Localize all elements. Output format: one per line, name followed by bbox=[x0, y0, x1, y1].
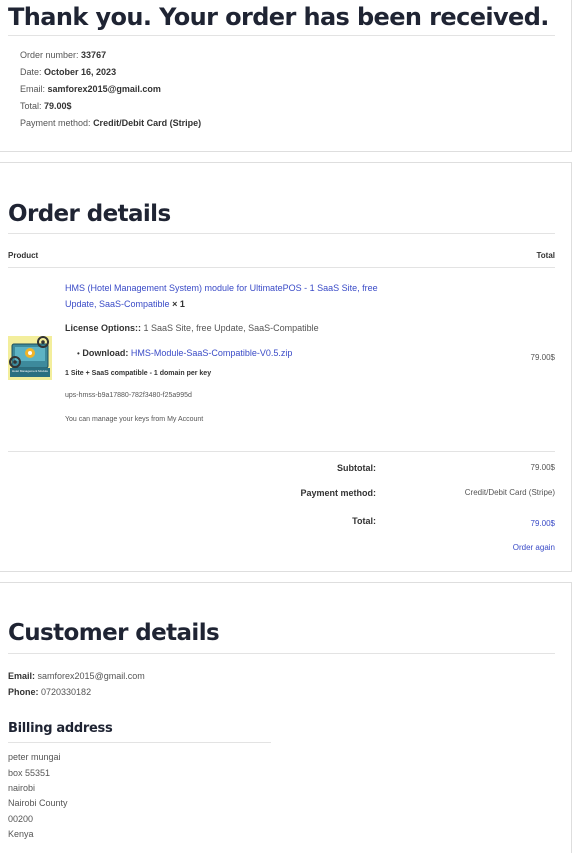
customer-phone-label: Phone: bbox=[8, 687, 39, 697]
customer-phone-row: Phone: 0720330182 bbox=[8, 687, 91, 697]
license-key: ups-hmss-b9a17880-782f3480-f25a995d bbox=[65, 392, 192, 399]
order-number-row: Order number: 33767 bbox=[20, 50, 106, 60]
order-date-label: Date: bbox=[20, 67, 42, 77]
order-email-row: Email: samforex2015@gmail.com bbox=[20, 84, 161, 94]
total-label: Total: bbox=[352, 516, 376, 526]
order-number-label: Order number: bbox=[20, 50, 79, 60]
column-header-total: Total bbox=[536, 251, 555, 260]
line-item-total: 79.00$ bbox=[530, 353, 555, 362]
divider bbox=[8, 35, 555, 36]
customer-phone-value: 0720330182 bbox=[41, 687, 92, 697]
divider bbox=[8, 653, 555, 654]
total-value: 79.00$ bbox=[530, 519, 555, 528]
manage-keys-note: You can manage your keys from My Account bbox=[65, 416, 204, 423]
billing-city: nairobi bbox=[8, 783, 36, 793]
billing-country: Kenya bbox=[8, 829, 34, 839]
order-total-row: Total: 79.00$ bbox=[20, 101, 72, 111]
download-link[interactable]: HMS-Module-SaaS-Compatible-V0.5.zip bbox=[131, 348, 293, 358]
product-name-line2-row: Update, SaaS-Compatible × 1 bbox=[65, 296, 185, 312]
hotel-module-image bbox=[8, 336, 52, 380]
product-name-line1[interactable]: HMS (Hotel Management System) module for… bbox=[65, 280, 378, 296]
column-header-product: Product bbox=[8, 251, 39, 260]
subtotal-value: 79.00$ bbox=[530, 463, 555, 472]
billing-address-heading: Billing address bbox=[8, 721, 113, 736]
order-total-value: 79.00$ bbox=[44, 101, 72, 111]
divider bbox=[8, 451, 555, 452]
order-number-value: 33767 bbox=[81, 50, 107, 60]
product-quantity: × 1 bbox=[172, 299, 185, 309]
order-payment-row: Payment method: Credit/Debit Card (Strip… bbox=[20, 118, 201, 128]
thumb-caption: Hotel Management Module bbox=[11, 369, 49, 373]
product-link[interactable]: HMS (Hotel Management System) module for… bbox=[65, 283, 378, 293]
order-date-row: Date: October 16, 2023 bbox=[20, 67, 116, 77]
divider bbox=[8, 742, 271, 743]
order-email-label: Email: bbox=[20, 84, 46, 94]
customer-email-label: Email: bbox=[8, 671, 36, 681]
license-options-value: 1 SaaS Site, free Update, SaaS-Compatibl… bbox=[143, 323, 319, 333]
divider bbox=[8, 233, 555, 234]
order-date-value: October 16, 2023 bbox=[44, 67, 117, 77]
order-again-button[interactable]: Order again bbox=[513, 543, 555, 552]
thank-you-heading: Thank you. Your order has been received. bbox=[8, 3, 549, 31]
order-payment-label: Payment method: bbox=[20, 118, 91, 128]
product-thumbnail[interactable]: Hotel Management Module bbox=[8, 336, 52, 380]
billing-postcode: 00200 bbox=[8, 814, 34, 824]
order-total-label: Total: bbox=[20, 101, 42, 111]
order-details-heading: Order details bbox=[8, 201, 171, 227]
key-type: 1 Site + SaaS compatible - 1 domain per … bbox=[65, 370, 212, 377]
order-email-value: samforex2015@gmail.com bbox=[47, 84, 161, 94]
divider bbox=[8, 267, 555, 268]
bullet-icon: • bbox=[77, 349, 80, 358]
customer-details-heading: Customer details bbox=[8, 620, 220, 646]
customer-email-value: samforex2015@gmail.com bbox=[37, 671, 145, 681]
billing-name: peter mungai bbox=[8, 752, 61, 762]
customer-email-row: Email: samforex2015@gmail.com bbox=[8, 671, 145, 681]
payment-method-label: Payment method: bbox=[300, 488, 376, 498]
product-link-cont[interactable]: Update, SaaS-Compatible bbox=[65, 299, 170, 309]
download-row: • Download: HMS-Module-SaaS-Compatible-V… bbox=[77, 345, 292, 362]
order-payment-value: Credit/Debit Card (Stripe) bbox=[93, 118, 202, 128]
license-options-label: License Options:: bbox=[65, 323, 142, 333]
payment-method-value: Credit/Debit Card (Stripe) bbox=[464, 488, 555, 497]
billing-county: Nairobi County bbox=[8, 798, 68, 808]
license-options-row: License Options:: 1 SaaS Site, free Upda… bbox=[65, 320, 319, 336]
billing-address-line: box 55351 bbox=[8, 768, 51, 778]
subtotal-label: Subtotal: bbox=[337, 463, 376, 473]
download-label: Download: bbox=[82, 348, 129, 358]
